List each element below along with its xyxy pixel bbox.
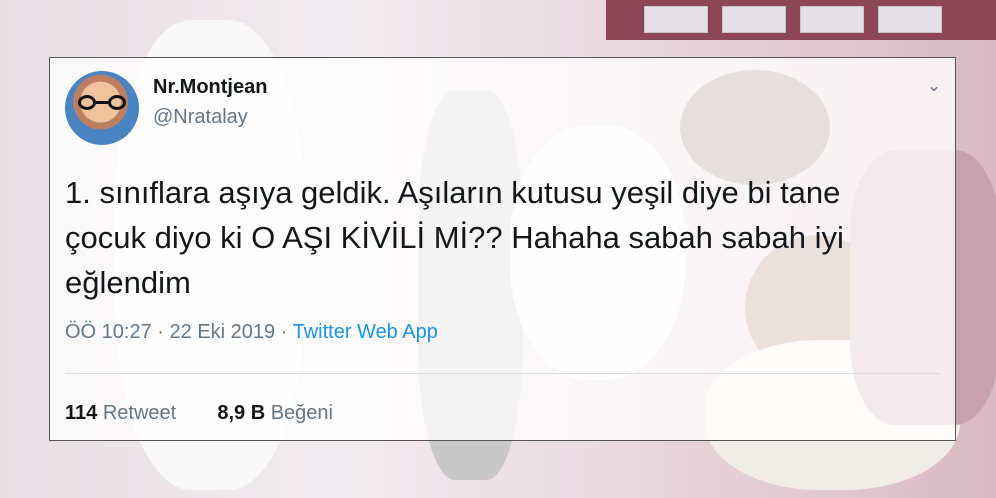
stats-divider [65, 373, 940, 374]
wall-paper [644, 6, 708, 33]
tweet-card[interactable]: Nr.Montjean @Nratalay ⌄ 1. sınıflara aşı… [49, 57, 956, 441]
retweet-count: 114 [65, 402, 98, 424]
chevron-down-icon[interactable]: ⌄ [926, 77, 942, 94]
wall-paper [878, 6, 942, 33]
tweet-text: 1. sınıflara aşıya geldik. Aşıların kutu… [65, 175, 844, 300]
like-count-link[interactable]: 8,9 B Beğeni [217, 402, 333, 424]
metadata-separator: · [157, 321, 164, 343]
wall-paper [722, 6, 786, 33]
avatar[interactable] [65, 71, 139, 145]
glasses-bridge [96, 101, 108, 104]
tweet-stats: 114 Retweet 8,9 B Beğeni [65, 402, 333, 425]
metadata-separator: · [280, 321, 288, 343]
user-name[interactable]: Nr.Montjean [153, 76, 267, 99]
photo-background: Nr.Montjean @Nratalay ⌄ 1. sınıflara aşı… [0, 0, 996, 498]
like-count: 8,9 B [217, 402, 266, 424]
retweet-count-link[interactable]: 114 Retweet [65, 402, 182, 424]
glasses-icon [78, 95, 126, 113]
tweet-source-link[interactable]: Twitter Web App [293, 321, 438, 343]
like-label: Beğeni [270, 402, 333, 424]
tweet-metadata: ÖÖ 10:27 · 22 Eki 2019 · Twitter Web App [65, 321, 438, 344]
wall-paper [800, 6, 864, 33]
tweet-date[interactable]: 22 Eki 2019 [170, 321, 276, 343]
user-handle[interactable]: @Nratalay [153, 106, 248, 129]
tweet-time[interactable]: ÖÖ 10:27 [65, 321, 152, 343]
retweet-label: Retweet [102, 402, 177, 424]
